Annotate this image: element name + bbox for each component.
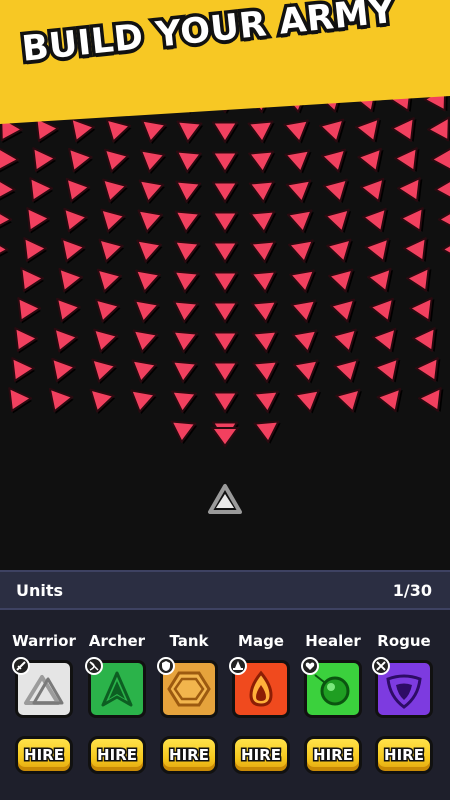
wizard-hat-icon	[229, 657, 247, 675]
unit-archer: Archer HIRE	[81, 630, 153, 774]
mage-card[interactable]	[229, 657, 290, 718]
unit-name: Tank	[169, 632, 209, 650]
unit-name: Warrior	[12, 632, 76, 650]
sword-icon	[12, 657, 30, 675]
crossed-daggers-icon	[372, 657, 390, 675]
units-panel: Units 1/30 Warrior HIRE Archer HIRE Tank…	[0, 570, 450, 800]
bow-icon	[85, 657, 103, 675]
hire-label: HIRE	[96, 745, 139, 766]
hire-healer-button[interactable]: HIRE	[304, 736, 362, 774]
hire-mage-button[interactable]: HIRE	[232, 736, 290, 774]
unit-name: Mage	[238, 632, 284, 650]
archer-card[interactable]	[85, 657, 146, 718]
unit-name: Healer	[305, 632, 361, 650]
units-label: Units	[16, 581, 64, 600]
unit-mage: Mage HIRE	[225, 630, 297, 774]
units-header: Units 1/30	[0, 570, 450, 610]
units-count: 1/30	[392, 581, 432, 600]
warrior-card[interactable]	[12, 657, 73, 718]
hire-label: HIRE	[23, 745, 66, 766]
heart-icon	[301, 657, 319, 675]
healer-card[interactable]	[301, 657, 362, 718]
hire-label: HIRE	[312, 745, 355, 766]
unit-name: Rogue	[377, 632, 431, 650]
hire-archer-button[interactable]: HIRE	[88, 736, 146, 774]
hire-label: HIRE	[168, 745, 211, 766]
shield-icon	[157, 657, 175, 675]
hire-label: HIRE	[383, 745, 426, 766]
hire-label: HIRE	[240, 745, 283, 766]
unit-healer: Healer HIRE	[297, 630, 369, 774]
unit-rogue: Rogue HIRE	[368, 630, 440, 774]
tank-card[interactable]	[157, 657, 218, 718]
rogue-card[interactable]	[372, 657, 433, 718]
unit-warrior: Warrior HIRE	[8, 630, 80, 774]
unit-tank: Tank HIRE	[153, 630, 225, 774]
hire-rogue-button[interactable]: HIRE	[375, 736, 433, 774]
hire-warrior-button[interactable]: HIRE	[15, 736, 73, 774]
hire-tank-button[interactable]: HIRE	[160, 736, 218, 774]
unit-name: Archer	[88, 632, 146, 650]
